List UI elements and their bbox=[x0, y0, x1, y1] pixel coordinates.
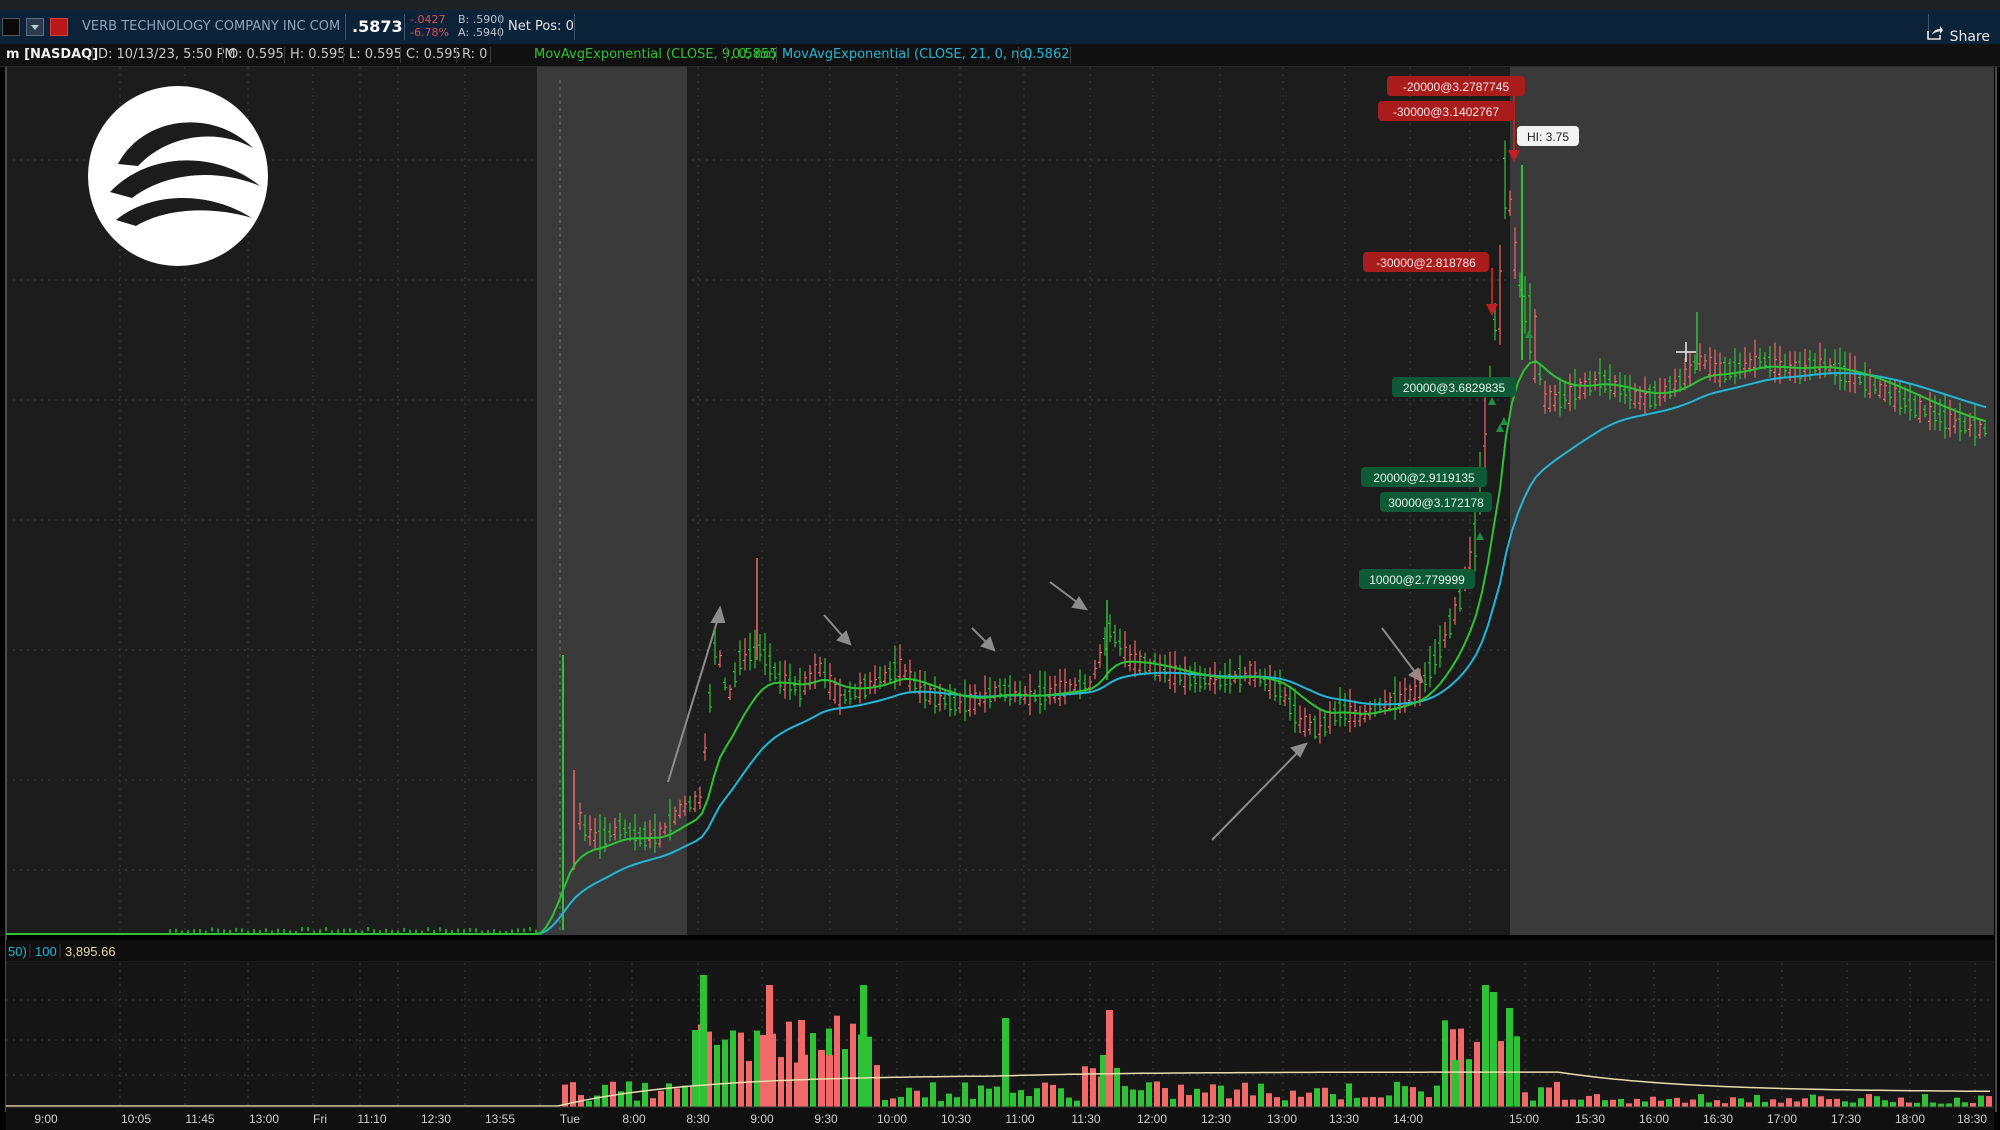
time-tick-label: 9:00 bbox=[750, 1112, 774, 1126]
svg-text:-30000@3.1402767: -30000@3.1402767 bbox=[1393, 105, 1500, 119]
time-tick-label: 18:00 bbox=[1895, 1112, 1925, 1126]
time-tick-label: 8:30 bbox=[686, 1112, 710, 1126]
time-tick-label: 12:30 bbox=[1201, 1112, 1231, 1126]
time-tick-label: 12:00 bbox=[1137, 1112, 1167, 1126]
time-tick-label: 11:10 bbox=[357, 1112, 386, 1126]
order-bubble-buy-4[interactable]: 10000@2.779999 bbox=[1359, 569, 1475, 589]
time-tick-label: 10:05 bbox=[121, 1112, 151, 1126]
order-bubble-buy-3[interactable]: 30000@3.172178 bbox=[1380, 492, 1492, 512]
time-tick-label: 17:00 bbox=[1767, 1112, 1797, 1126]
afterhours-shading bbox=[1510, 67, 1994, 935]
time-tick-label: 13:30 bbox=[1329, 1112, 1359, 1126]
order-bubble-buy-1[interactable]: 20000@3.6829835 bbox=[1392, 377, 1516, 397]
hi-label-bubble: HI: 3.75 bbox=[1517, 126, 1579, 146]
svg-text:-20000@3.2787745: -20000@3.2787745 bbox=[1403, 80, 1510, 94]
price-chart-canvas[interactable]: -20000@3.2787745 -30000@3.1402767 HI: 3.… bbox=[0, 0, 2000, 1130]
time-tick-label: 15:30 bbox=[1575, 1112, 1605, 1126]
time-tick-label: Fri bbox=[313, 1112, 327, 1126]
svg-text:20000@2.9119135: 20000@2.9119135 bbox=[1373, 471, 1475, 485]
svg-text:-30000@2.818786: -30000@2.818786 bbox=[1376, 256, 1476, 270]
time-tick-label: 12:30 bbox=[421, 1112, 451, 1126]
time-tick-label: 13:00 bbox=[249, 1112, 279, 1126]
volume-info-bar bbox=[6, 940, 1994, 962]
time-tick-label: 13:55 bbox=[485, 1112, 515, 1126]
svg-text:30000@3.172178: 30000@3.172178 bbox=[1388, 496, 1484, 510]
time-tick-label: 14:00 bbox=[1393, 1112, 1423, 1126]
time-tick-label: 9:30 bbox=[814, 1112, 838, 1126]
time-tick-label: Tue bbox=[560, 1112, 581, 1126]
order-bubble-sell-1[interactable]: -20000@3.2787745 bbox=[1387, 76, 1525, 96]
time-tick-label: 10:30 bbox=[941, 1112, 971, 1126]
time-tick-label: 9:00 bbox=[34, 1112, 58, 1126]
time-tick-label: 11:45 bbox=[185, 1112, 214, 1126]
order-bubble-buy-2[interactable]: 20000@2.9119135 bbox=[1361, 467, 1487, 487]
order-bubble-sell-2[interactable]: -30000@3.1402767 bbox=[1378, 101, 1514, 121]
volume-avg-label: 50) bbox=[8, 944, 27, 959]
time-tick-label: 18:30 bbox=[1957, 1112, 1987, 1126]
time-tick-label: 11:00 bbox=[1005, 1112, 1034, 1126]
time-tick-label: 17:30 bbox=[1831, 1112, 1861, 1126]
company-logo-icon bbox=[88, 86, 268, 266]
time-tick-label: 16:30 bbox=[1703, 1112, 1733, 1126]
time-tick-label: 11:30 bbox=[1071, 1112, 1100, 1126]
time-tick-label: 10:00 bbox=[877, 1112, 907, 1126]
time-tick-label: 13:00 bbox=[1267, 1112, 1297, 1126]
svg-text:HI: 3.75: HI: 3.75 bbox=[1527, 130, 1569, 144]
order-bubble-sell-3[interactable]: -30000@2.818786 bbox=[1363, 252, 1489, 272]
volume-value: 3,895.66 bbox=[65, 944, 116, 959]
time-tick-label: 16:00 bbox=[1639, 1112, 1669, 1126]
time-axis-background bbox=[6, 1107, 1994, 1130]
time-tick-label: 8:00 bbox=[622, 1112, 646, 1126]
time-tick-label: 15:00 bbox=[1509, 1112, 1539, 1126]
volume-length: 100 bbox=[35, 944, 57, 959]
svg-text:10000@2.779999: 10000@2.779999 bbox=[1369, 573, 1465, 587]
svg-text:20000@3.6829835: 20000@3.6829835 bbox=[1403, 381, 1506, 395]
